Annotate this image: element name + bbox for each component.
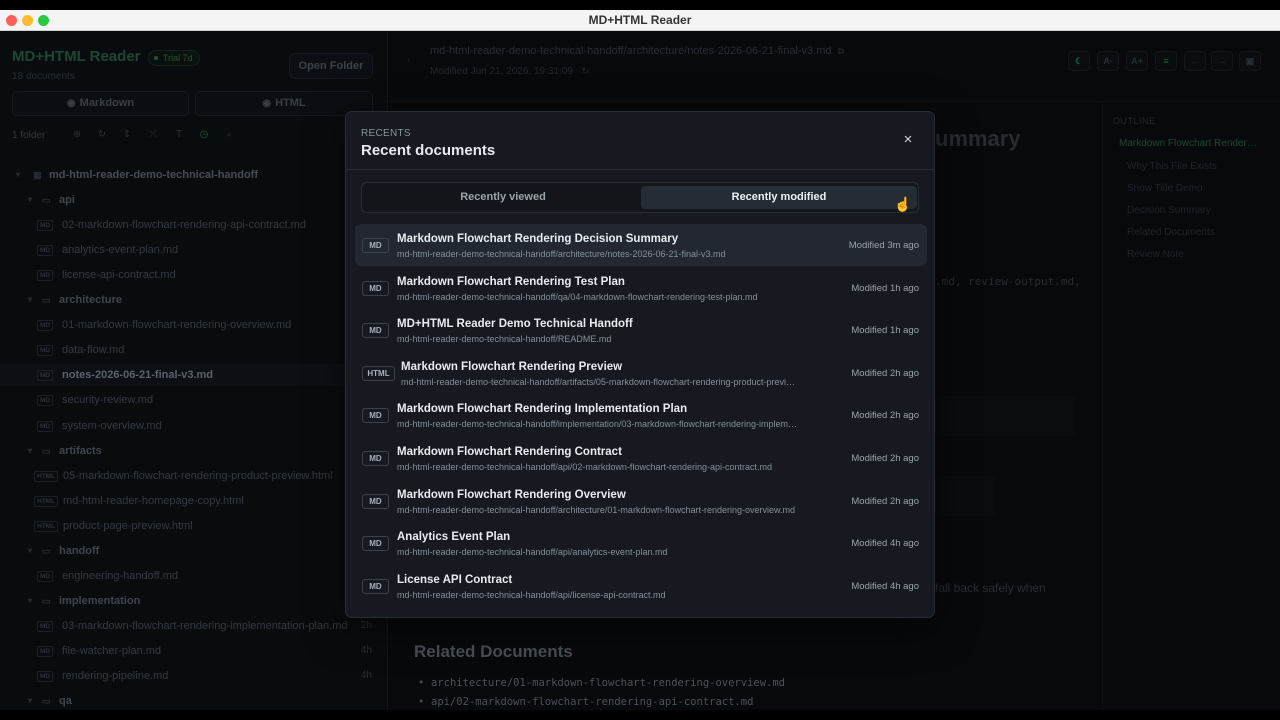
recent-document-item[interactable]: HTML Markdown Flowchart Rendering Preview… [355,352,927,394]
pointer-cursor-icon: ☝ [894,196,912,212]
recent-documents-dialog: RECENTS Recent documents × Recently view… [345,111,935,618]
app-window: MD+HTML Reader MD+HTML Reader Trial 7d 1… [0,10,1280,710]
recent-document-item[interactable]: MD License API Contract md-html-reader-dem… [355,565,927,607]
recent-document-item[interactable]: MD Markdown Flowchart Rendering Implement… [355,394,927,436]
recent-document-title: Markdown Flowchart Rendering Preview [401,360,623,373]
file-type-badge: MD [362,408,389,424]
recent-document-item[interactable]: MD Analytics Event Plan md-html-reader-dem… [355,522,927,564]
recent-document-title: Markdown Flowchart Rendering Implementat… [397,403,688,416]
recent-document-modified: Modified 2h ago [851,495,919,507]
recent-document-title: License API Contract [397,573,513,586]
tab-recently-viewed[interactable]: Recently viewed [365,186,641,209]
dialog-divider [346,169,934,170]
recents-segmented-control: Recently viewed Recently modified [361,182,919,213]
recent-document-title: MD+HTML Reader Demo Technical Handoff [397,318,633,331]
file-type-badge: MD [362,280,389,296]
recent-document-path: md-html-reader-demo-technical-handoff/ap… [397,589,666,600]
recent-document-modified: Modified 1h ago [851,325,919,337]
file-type-badge: MD [362,578,389,594]
recent-document-path: md-html-reader-demo-technical-handoff/ap… [397,462,772,472]
recent-document-modified: Modified 2h ago [851,410,919,422]
dialog-eyebrow: RECENTS [361,128,411,139]
file-type-badge: MD [362,451,389,466]
window-title: MD+HTML Reader [588,13,692,27]
file-type-badge: HTML [362,365,395,381]
dialog-title: Recent documents [361,142,496,159]
tab-recently-modified[interactable]: Recently modified [641,186,917,209]
close-icon[interactable]: × [898,130,918,150]
recent-document-path: md-html-reader-demo-technical-handoff/RE… [397,334,612,345]
recent-document-item[interactable]: MD Markdown Flowchart Rendering Test Plan… [355,267,927,309]
recent-document-item[interactable]: MD Markdown Flowchart Rendering Overview m… [355,480,927,522]
file-type-badge: MD [362,536,389,552]
recent-document-modified: Modified 1h ago [851,282,919,294]
recent-document-modified: Modified 2h ago [851,453,919,464]
recent-document-title: Markdown Flowchart Rendering Decision Su… [397,233,679,245]
recent-document-title: Analytics Event Plan [397,531,511,544]
title-bar: MD+HTML Reader [0,10,1280,31]
recent-document-path: md-html-reader-demo-technical-handoff/qa… [397,291,758,302]
recent-document-modified: Modified 4h ago [851,580,919,592]
recent-document-path: md-html-reader-demo-technical-handoff/ap… [397,547,668,558]
file-type-badge: MD [362,323,389,339]
recent-document-item[interactable]: MD Markdown Flowchart Rendering Decision … [355,224,927,266]
recent-document-path: md-html-reader-demo-technical-handoff/im… [397,419,797,430]
recent-document-modified: Modified 4h ago [851,538,919,550]
recent-document-title: Markdown Flowchart Rendering Overview [397,488,626,501]
recent-document-modified: Modified 2h ago [851,367,919,379]
recent-document-item[interactable]: MD Markdown Flowchart Rendering Contract m… [355,437,927,479]
app-body: MD+HTML Reader Trial 7d 18 documents Ope… [0,31,1280,710]
recent-document-title: Markdown Flowchart Rendering Contract [397,446,622,458]
recent-document-item[interactable]: MD MD+HTML Reader Demo Technical Handoff m… [355,309,927,351]
recent-document-path: md-html-reader-demo-technical-handoff/ar… [397,249,726,259]
file-type-badge: MD [362,493,389,509]
recent-document-path: md-html-reader-demo-technical-handoff/ar… [397,504,795,515]
recent-document-modified: Modified 3m ago [848,240,919,251]
recent-document-path: md-html-reader-demo-technical-handoff/ar… [401,376,795,387]
file-type-badge: MD [362,238,389,253]
recent-document-title: Markdown Flowchart Rendering Test Plan [397,275,625,288]
